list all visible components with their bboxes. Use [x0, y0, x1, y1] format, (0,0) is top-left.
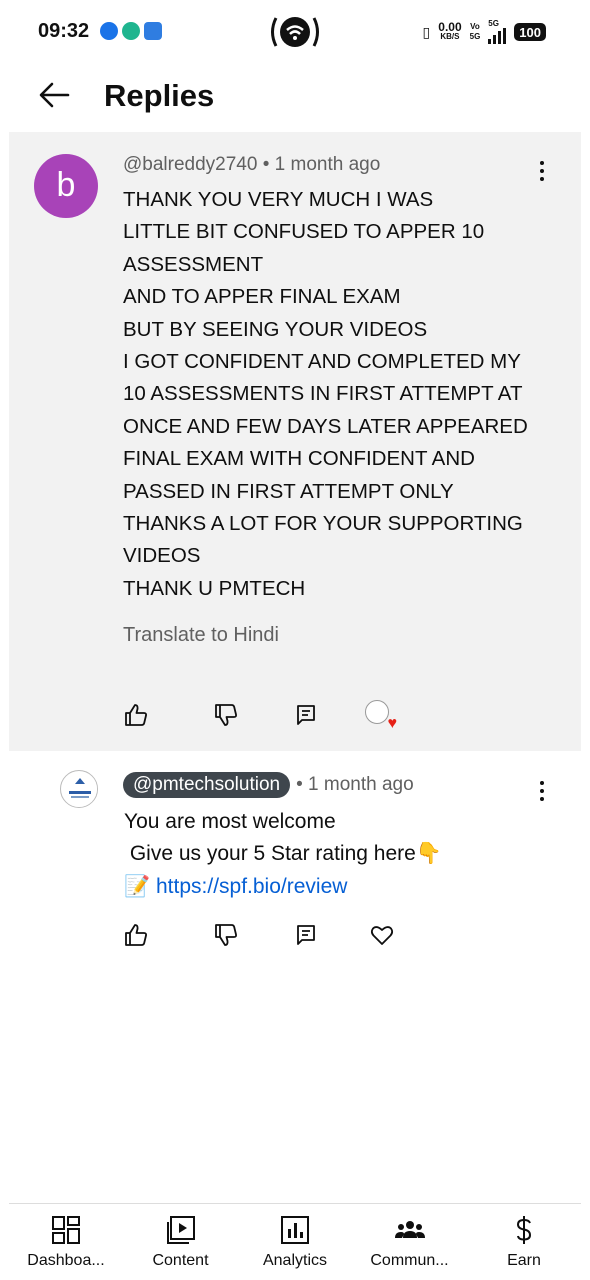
comment-line: 10 ASSESSMENTS IN FIRST ATTEMPT AT: [123, 382, 523, 406]
vibrate-icon: ▯: [422, 23, 431, 40]
net-speed-unit: KB/S: [440, 32, 460, 41]
comment-line: FINAL EXAM WITH CONFIDENT AND: [123, 447, 475, 471]
dashboard-icon: [52, 1216, 80, 1244]
network-type: 5G: [488, 19, 499, 28]
reply-line: 📝 https://spf.bio/review: [124, 871, 442, 903]
volte-indicator: Vo 5G: [470, 22, 481, 42]
volte-bottom: 5G: [469, 32, 481, 41]
nav-label: Commun...: [370, 1252, 449, 1269]
comment-actions: ♥: [123, 700, 398, 732]
reply-line-text: Give us your 5 Star rating here: [124, 842, 416, 866]
signal-icon: 5G: [488, 19, 507, 44]
analytics-icon: [281, 1216, 309, 1244]
android-icon: [144, 22, 162, 40]
creator-avatar: [365, 700, 389, 724]
dislike-icon[interactable]: [213, 922, 239, 948]
vpn-icon: [122, 22, 140, 40]
avatar[interactable]: b: [34, 154, 98, 218]
comment-text: THANK YOU VERY MUCH I WAS LITTLE BIT CON…: [123, 184, 563, 605]
community-icon: [394, 1221, 425, 1238]
net-speed: 0.00 KB/S: [438, 20, 462, 42]
battery-icon: 100: [514, 23, 546, 41]
nav-label: Dashboa...: [27, 1252, 105, 1269]
comment-line: LITTLE BIT CONFUSED TO APPER 10: [123, 220, 485, 244]
comment-line: THANKS A LOT FOR YOUR SUPPORTING: [123, 512, 523, 536]
nav-item-earn[interactable]: Earn: [467, 1204, 581, 1280]
comment-author[interactable]: @balreddy2740: [123, 154, 257, 175]
app-header: Replies: [0, 64, 590, 130]
dislike-icon[interactable]: [213, 702, 239, 728]
comment-line: ASSESSMENT: [123, 252, 264, 276]
reply-actions: [123, 922, 395, 948]
status-app-icons: [100, 22, 162, 40]
comment-line: BUT BY SEEING YOUR VIDEOS: [123, 317, 428, 341]
comment-line: VIDEOS: [123, 544, 201, 568]
nav-label: Analytics: [262, 1252, 328, 1269]
content-icon: [166, 1216, 195, 1244]
more-options-icon[interactable]: [530, 156, 554, 186]
comment-line: THANK YOU VERY MUCH I WAS: [123, 188, 434, 211]
review-link[interactable]: https://spf.bio/review: [156, 875, 347, 898]
comment-time: 1 month ago: [274, 154, 381, 175]
cloud-icon: [100, 22, 118, 40]
net-speed-value: 0.00: [438, 20, 462, 34]
nav-item-content[interactable]: Content: [124, 1204, 238, 1280]
heart-icon[interactable]: [369, 922, 395, 948]
parent-comment: b @balreddy2740 • 1 month ago THANK YOU …: [9, 132, 581, 751]
reply-icon[interactable]: [293, 702, 319, 728]
status-right: ▯ 0.00 KB/S Vo 5G 5G 100: [423, 20, 546, 44]
translate-button[interactable]: Translate to Hindi: [123, 624, 279, 647]
creator-heart-icon: ♥: [365, 700, 398, 732]
nav-item-dashboard[interactable]: Dashboa...: [9, 1204, 123, 1280]
reply-line: Give us your 5 Star rating here👇: [124, 838, 442, 870]
status-time: 09:32: [38, 20, 90, 42]
like-icon[interactable]: [123, 702, 149, 728]
nav-label: Earn: [507, 1252, 541, 1269]
volte-top: Vo: [470, 22, 480, 31]
reply-line: You are most welcome: [124, 810, 336, 833]
nav-label: Content: [152, 1252, 209, 1269]
back-arrow-icon[interactable]: [34, 78, 74, 112]
reply-icon[interactable]: [293, 922, 319, 948]
avatar[interactable]: [60, 770, 98, 808]
comment-meta: @pmtechsolution • 1 month ago: [123, 772, 414, 798]
comment-time: 1 month ago: [308, 774, 414, 795]
memo-emoji: 📝: [124, 874, 151, 898]
meta-separator: •: [296, 774, 303, 795]
comment-line: THANK U PMTECH: [123, 576, 306, 600]
more-options-icon[interactable]: [530, 776, 554, 806]
comment-line: ONCE AND FEW DAYS LATER APPEARED: [123, 414, 528, 438]
nav-item-analytics[interactable]: Analytics: [238, 1204, 352, 1280]
earn-icon: [516, 1216, 532, 1244]
comment-line: PASSED IN FIRST ATTEMPT ONLY: [123, 479, 454, 503]
comment-line: AND TO APPER FINAL EXAM: [123, 285, 401, 309]
reply-text: You are most welcome Give us your 5 Star…: [124, 806, 442, 903]
hotspot-icon: [268, 14, 322, 50]
like-icon[interactable]: [123, 922, 149, 948]
status-bar: 09:32 ▯ 0.00 KB/S Vo 5G 5G 100: [0, 0, 590, 64]
author-chip[interactable]: @pmtechsolution: [123, 772, 291, 798]
reply-comment: @pmtechsolution • 1 month ago You are mo…: [0, 752, 590, 972]
bottom-nav: Dashboa... Content Analytics Commun... E…: [9, 1203, 581, 1280]
page-title: Replies: [104, 78, 215, 113]
heart-icon: ♥: [387, 715, 398, 732]
comment-meta: @balreddy2740 • 1 month ago: [123, 154, 380, 176]
comment-line: I GOT CONFIDENT AND COMPLETED MY: [123, 350, 521, 374]
nav-item-community[interactable]: Commun...: [353, 1204, 467, 1280]
pointing-down-emoji: 👇: [415, 842, 442, 866]
meta-separator: •: [262, 154, 270, 175]
